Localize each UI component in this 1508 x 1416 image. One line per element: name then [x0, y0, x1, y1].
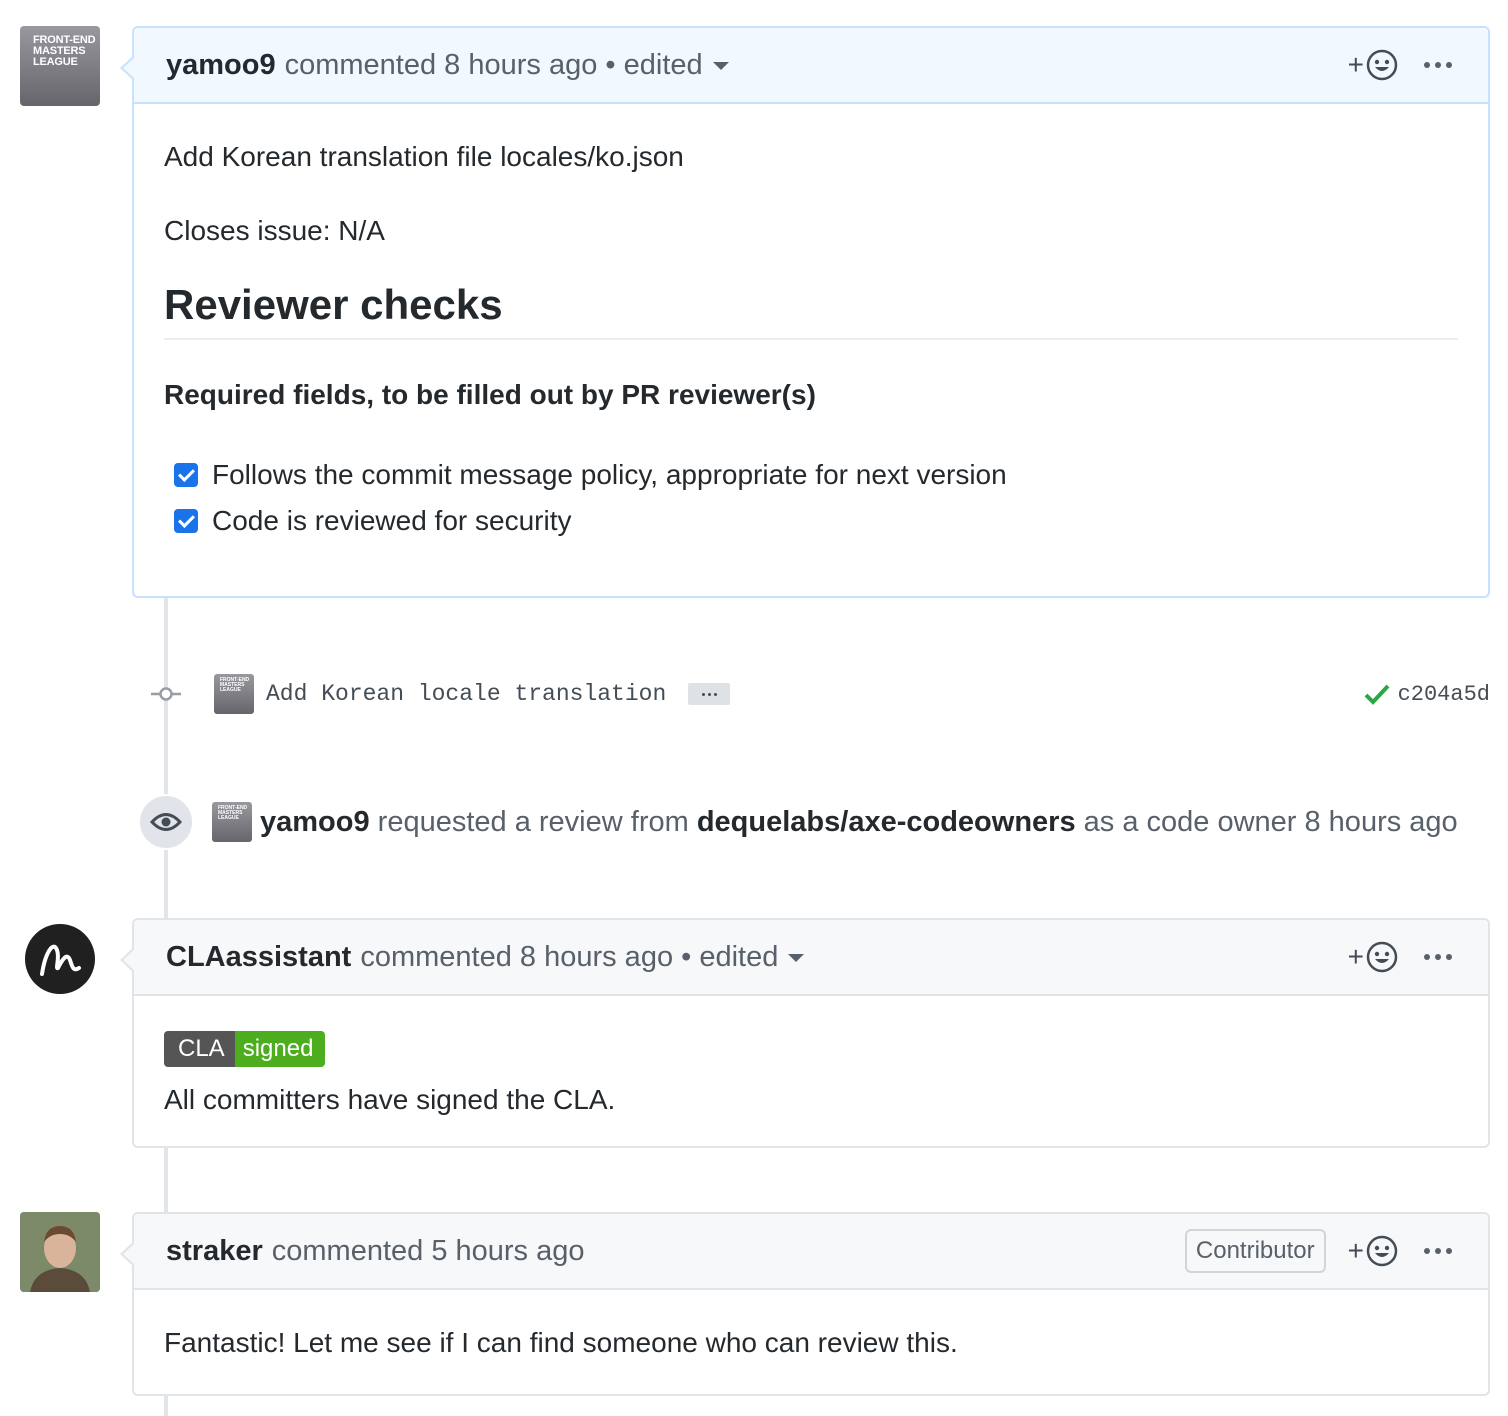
kebab-menu-icon[interactable]	[1424, 954, 1452, 960]
add-reaction-button[interactable]: +	[1348, 941, 1398, 973]
comment-pointer	[120, 56, 134, 80]
section-subheading: Required fields, to be filled out by PR …	[164, 379, 816, 410]
body-text: Add Korean translation file locales/ko.j…	[164, 141, 684, 172]
chevron-down-icon[interactable]	[712, 61, 729, 70]
event-team[interactable]: dequelabs/axe-codeowners	[697, 806, 1076, 838]
avatar-logo-text: FRONT-END MASTERS LEAGUE	[33, 34, 96, 68]
smiley-icon	[1366, 1235, 1398, 1267]
commit-message-link[interactable]: Add Korean locale translation	[266, 681, 666, 707]
comment-author[interactable]: straker	[166, 1235, 263, 1267]
contributor-badge: Contributor	[1184, 1229, 1326, 1273]
eye-icon	[138, 794, 194, 850]
avatar[interactable]	[25, 924, 95, 994]
kebab-menu-icon[interactable]	[1424, 1248, 1452, 1254]
smiley-icon	[1366, 49, 1398, 81]
git-commit-icon	[140, 686, 192, 702]
comment-author[interactable]: CLAassistant	[166, 941, 351, 973]
task-item: Follows the commit message policy, appro…	[174, 452, 1458, 498]
event-text: yamoo9 requested a review from dequelabs…	[260, 805, 1458, 838]
comment-pointer	[120, 948, 134, 972]
add-reaction-button[interactable]: +	[1348, 1235, 1398, 1267]
add-reaction-button[interactable]: +	[1348, 49, 1398, 81]
checkbox-checked[interactable]	[174, 463, 198, 487]
comment-header: yamoo9 commented 8 hours ago • edited +	[134, 28, 1488, 104]
comment-meta[interactable]: commented 8 hours ago • edited	[285, 49, 703, 81]
section-heading: Reviewer checks	[164, 284, 1458, 340]
comment-body: CLA signed All committers have signed the…	[134, 996, 1488, 1151]
cla-logo-icon	[40, 944, 81, 976]
task-label: Code is reviewed for security	[212, 505, 572, 536]
comment-cla: CLAassistant commented 8 hours ago • edit…	[120, 918, 1490, 1151]
commit-author-avatar[interactable]: FRONT-END MASTERS LEAGUE	[214, 674, 254, 714]
review-request-event: FRONT-END MASTERS LEAGUE yamoo9 requeste…	[138, 794, 1488, 850]
person-photo	[20, 1212, 100, 1292]
avatar[interactable]	[20, 1212, 100, 1292]
commit-row: FRONT-END MASTERS LEAGUE Add Korean loca…	[140, 668, 1490, 720]
comment-meta[interactable]: commented 8 hours ago • edited	[360, 941, 778, 973]
comment-pr-description: yamoo9 commented 8 hours ago • edited + A…	[120, 26, 1490, 598]
comment-pointer	[120, 1242, 134, 1266]
task-item: Code is reviewed for security	[174, 498, 1458, 544]
comment-body: Add Korean translation file locales/ko.j…	[134, 104, 1488, 574]
chevron-down-icon[interactable]	[788, 953, 805, 962]
comment-body: Fantastic! Let me see if I can find some…	[134, 1290, 1488, 1394]
kebab-menu-icon[interactable]	[1424, 62, 1452, 68]
commit-sha-link[interactable]: c204a5d	[1398, 682, 1490, 707]
cla-status-badge[interactable]: CLA signed	[164, 1031, 326, 1067]
avatar[interactable]: FRONT-END MASTERS LEAGUE	[20, 26, 100, 106]
task-label: Follows the commit message policy, appro…	[212, 459, 1007, 490]
body-text: Closes issue: N/A	[164, 215, 385, 246]
comment-header: CLAassistant commented 8 hours ago • edit…	[134, 920, 1488, 996]
comment-header: straker commented 5 hours ago Contributor…	[134, 1214, 1488, 1290]
body-text: Fantastic! Let me see if I can find some…	[164, 1327, 958, 1358]
comment-meta[interactable]: commented 5 hours ago	[272, 1235, 585, 1267]
comment-straker: straker commented 5 hours ago Contributor…	[120, 1212, 1490, 1396]
smiley-icon	[1366, 941, 1398, 973]
expand-commit-button[interactable]	[688, 683, 731, 705]
event-actor-avatar[interactable]: FRONT-END MASTERS LEAGUE	[212, 802, 252, 842]
comment-author[interactable]: yamoo9	[166, 49, 276, 81]
body-text: All committers have signed the CLA.	[164, 1084, 616, 1115]
event-actor[interactable]: yamoo9	[260, 806, 370, 838]
check-icon[interactable]	[1364, 683, 1390, 705]
checkbox-checked[interactable]	[174, 509, 198, 533]
